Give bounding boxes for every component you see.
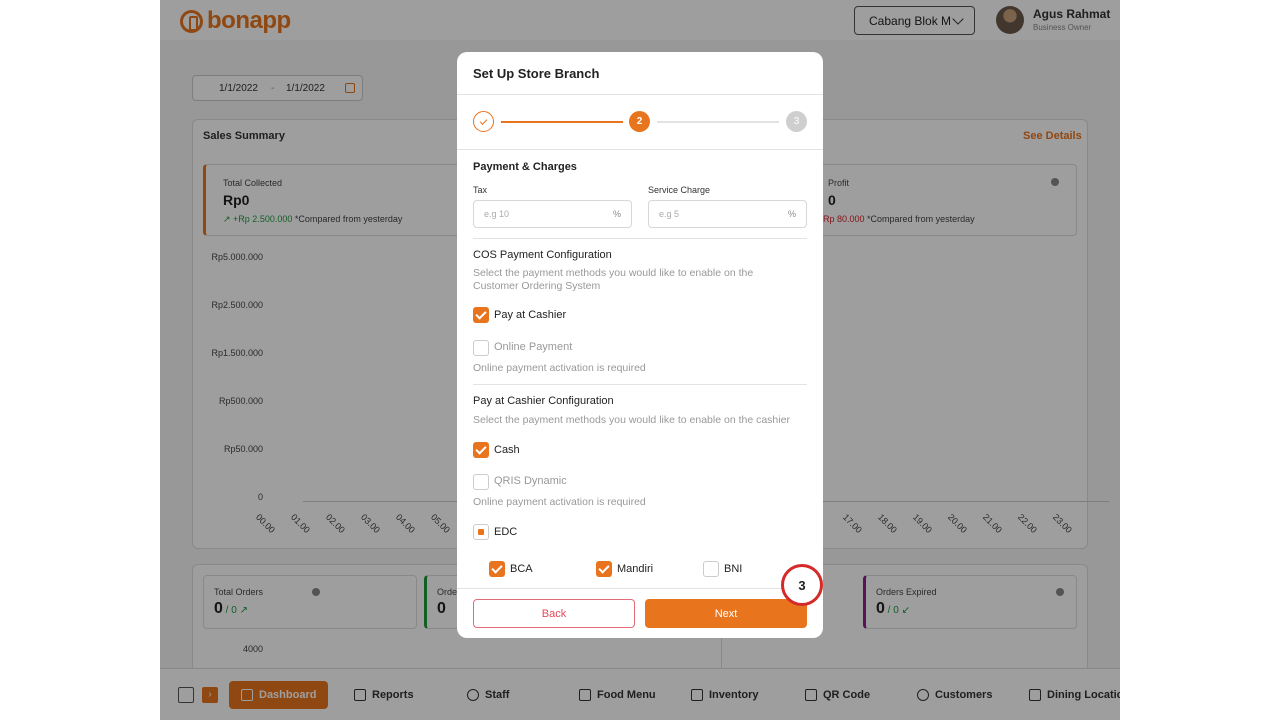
section-title-cos: COS Payment Configuration xyxy=(473,249,612,261)
step-1-done-icon xyxy=(473,111,494,132)
edc-label: EDC xyxy=(494,526,518,538)
section-title-payment-charges: Payment & Charges xyxy=(473,161,577,173)
divider xyxy=(457,94,823,95)
service-charge-input[interactable]: e.g 5 % xyxy=(648,200,807,228)
percent-suffix: % xyxy=(787,209,796,219)
edc-checkbox[interactable] xyxy=(473,524,489,540)
step-connector xyxy=(501,121,623,123)
qris-dynamic-checkbox[interactable] xyxy=(473,474,489,490)
cashier-description: Select the payment methods you would lik… xyxy=(473,414,790,426)
modal-title: Set Up Store Branch xyxy=(473,66,600,81)
cash-checkbox[interactable] xyxy=(473,442,489,458)
qris-dynamic-label: QRIS Dynamic xyxy=(494,475,567,487)
divider xyxy=(457,588,823,589)
step-2: 2 xyxy=(629,111,650,132)
bca-label: BCA xyxy=(510,563,533,575)
divider xyxy=(473,384,807,385)
next-button[interactable]: Next xyxy=(645,599,807,628)
step-annotation-marker: 3 xyxy=(781,564,823,606)
cash-label: Cash xyxy=(494,444,520,456)
service-charge-label: Service Charge xyxy=(648,185,711,195)
mandiri-checkbox[interactable] xyxy=(596,561,612,577)
bni-checkbox[interactable] xyxy=(703,561,719,577)
divider xyxy=(473,238,807,239)
cos-description: Select the payment methods you would lik… xyxy=(473,267,754,292)
percent-suffix: % xyxy=(612,209,621,219)
section-title-cashier: Pay at Cashier Configuration xyxy=(473,395,614,407)
pay-at-cashier-checkbox[interactable] xyxy=(473,307,489,323)
tax-placeholder: e.g 10 xyxy=(484,209,510,219)
online-payment-required-note: Online payment activation is required xyxy=(473,362,646,374)
tax-input[interactable]: e.g 10 % xyxy=(473,200,632,228)
step-3: 3 xyxy=(786,111,807,132)
online-payment-label: Online Payment xyxy=(494,341,573,353)
online-payment-checkbox[interactable] xyxy=(473,340,489,356)
bca-checkbox[interactable] xyxy=(489,561,505,577)
setup-store-branch-modal: Set Up Store Branch 2 3 Payment & Charge… xyxy=(457,52,823,638)
back-button[interactable]: Back xyxy=(473,599,635,628)
qris-required-note: Online payment activation is required xyxy=(473,496,646,508)
divider xyxy=(457,149,823,150)
step-connector xyxy=(657,121,779,123)
service-placeholder: e.g 5 xyxy=(659,209,680,219)
mandiri-label: Mandiri xyxy=(617,563,654,575)
bni-label: BNI xyxy=(724,563,743,575)
tax-label: Tax xyxy=(473,185,488,195)
pay-at-cashier-label: Pay at Cashier xyxy=(494,309,567,321)
